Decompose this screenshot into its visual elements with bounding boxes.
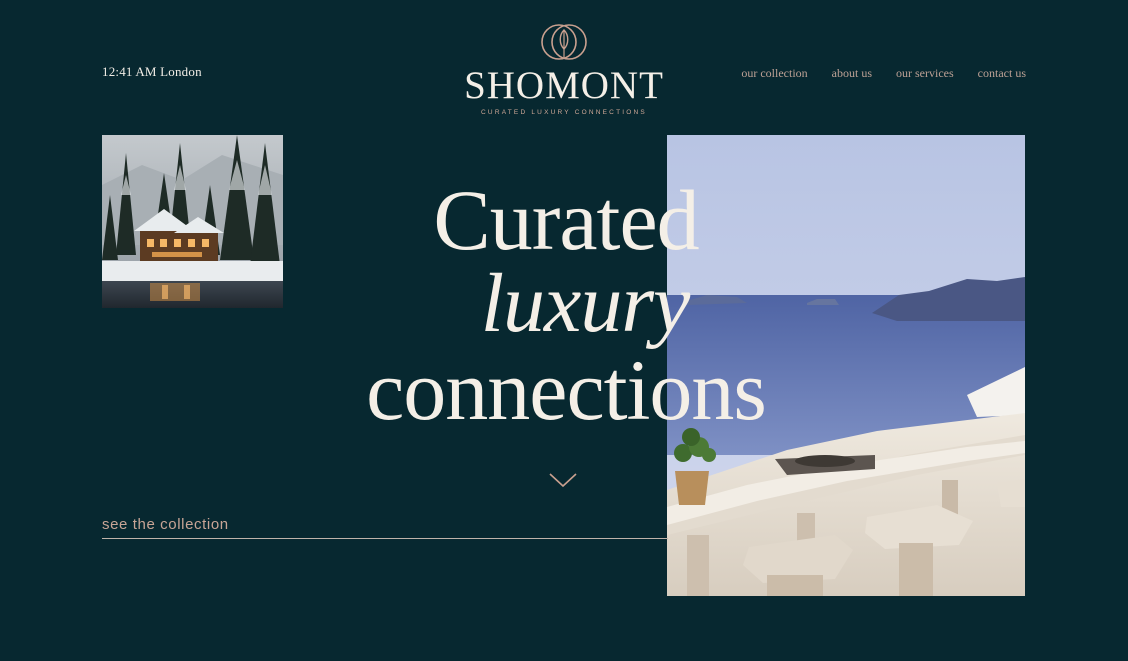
nav-item-our-services[interactable]: our services bbox=[896, 66, 954, 81]
nav-item-our-collection[interactable]: our collection bbox=[741, 66, 807, 81]
chevron-down-icon bbox=[549, 473, 577, 488]
scroll-down-button[interactable] bbox=[548, 470, 578, 490]
interlocking-rings-logo-icon bbox=[541, 24, 587, 60]
see-collection-label: see the collection bbox=[102, 516, 229, 533]
nav-item-about-us[interactable]: about us bbox=[832, 66, 872, 81]
brand-name: SHOMONT bbox=[464, 64, 664, 107]
brand-tagline: CURATED LUXURY CONNECTIONS bbox=[481, 109, 647, 116]
sea-terrace-photo bbox=[667, 135, 1025, 596]
see-collection-link[interactable]: see the collection bbox=[102, 516, 668, 539]
winter-cabin-photo bbox=[102, 135, 283, 308]
main-nav: our collection about us our services con… bbox=[741, 66, 1026, 81]
clock-text: 12:41 AM London bbox=[102, 64, 202, 79]
brand-logo[interactable]: SHOMONT CURATED LUXURY CONNECTIONS bbox=[452, 20, 676, 124]
nav-item-contact-us[interactable]: contact us bbox=[978, 66, 1026, 81]
